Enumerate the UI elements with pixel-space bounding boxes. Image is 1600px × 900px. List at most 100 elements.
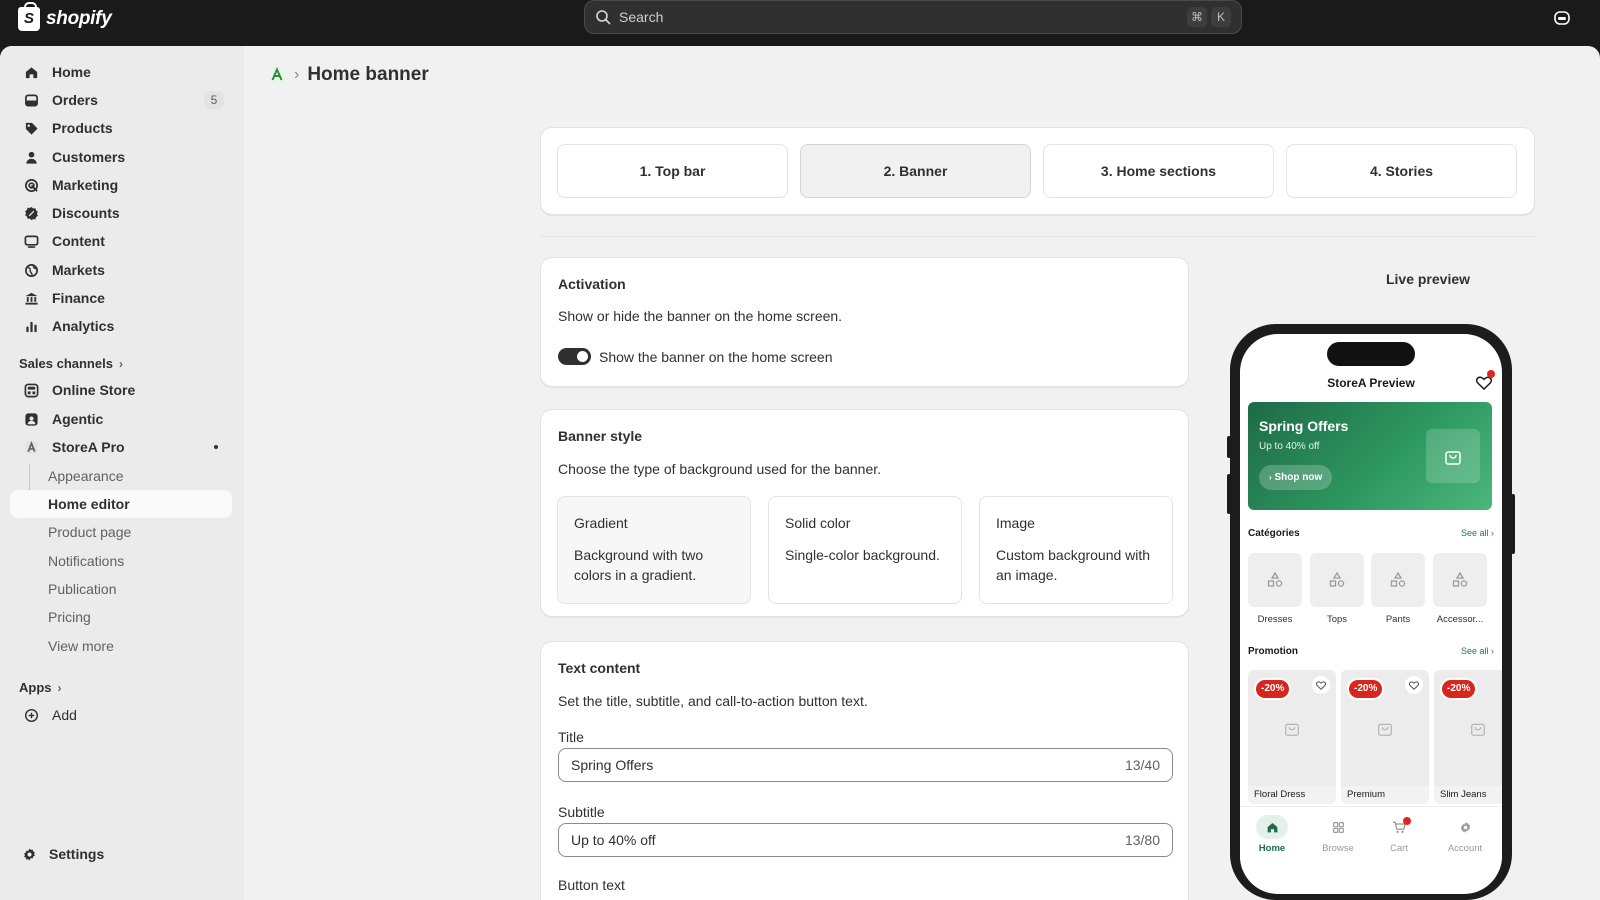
dynamic-island: [1327, 342, 1415, 366]
sidebar-item-home[interactable]: Home: [10, 58, 232, 86]
brand-name: shopify: [46, 8, 112, 29]
button-text-field-label: Button text: [558, 877, 625, 893]
banner-visibility-toggle[interactable]: [558, 348, 591, 365]
tag-icon: [22, 119, 40, 137]
sidebar-item-customers[interactable]: Customers: [10, 143, 232, 171]
preview-tab-bar: Home Browse Cart Account: [1240, 806, 1502, 870]
breadcrumb-separator-icon: ›: [294, 66, 300, 83]
sidebar-item-analytics[interactable]: Analytics: [10, 312, 232, 340]
tab-home-sections[interactable]: 3. Home sections: [1043, 144, 1274, 198]
preview-banner-button-label: Shop now: [1274, 472, 1323, 483]
sidebar-sub-label: Pricing: [48, 609, 91, 625]
sidebar-sub-label: Publication: [48, 581, 117, 597]
shopping-bag-icon: [1471, 723, 1485, 736]
sidebar-item-agentic[interactable]: Agentic: [10, 405, 232, 433]
grid-icon: [1322, 815, 1354, 839]
tab-banner[interactable]: 2. Banner: [800, 144, 1031, 198]
sidebar-sub-view-more[interactable]: View more: [10, 632, 232, 660]
tab-top-bar[interactable]: 1. Top bar: [557, 144, 788, 198]
promotion-see-all: See all ›: [1460, 646, 1494, 656]
home-icon: [22, 63, 40, 81]
bank-icon: [22, 289, 40, 307]
chevron-right-icon: ›: [118, 356, 123, 371]
sidebar-sub-label: Home editor: [48, 496, 130, 512]
sidebar-item-finance[interactable]: Finance: [10, 284, 232, 312]
add-app-button[interactable]: Add: [10, 701, 232, 729]
preview-tab-browse: Browse: [1310, 815, 1366, 854]
search-icon: [596, 10, 611, 25]
banner-style-title: Banner style: [558, 428, 643, 444]
sidebar-sub-publication[interactable]: Publication: [10, 575, 232, 603]
top-bar: shopify Search ⌘ K: [0, 0, 1600, 46]
sidebar-sub-notifications[interactable]: Notifications: [10, 547, 232, 575]
tab-label: Browse: [1322, 843, 1354, 854]
style-option-image[interactable]: Image Custom background with an image.: [979, 496, 1173, 604]
store-icon: [22, 381, 40, 399]
home-icon: [1256, 815, 1288, 839]
discount-icon: [22, 204, 40, 222]
app-a-icon: [22, 438, 40, 456]
cart-badge-dot: [1403, 817, 1411, 825]
shopify-logo[interactable]: shopify: [18, 2, 112, 33]
apps-label: Apps: [19, 680, 52, 695]
sidebar-sub-appearance[interactable]: Appearance: [10, 462, 232, 490]
sidebar-item-products[interactable]: Products: [10, 114, 232, 142]
activation-description: Show or hide the banner on the home scre…: [558, 308, 843, 324]
sidebar-item-settings[interactable]: Settings: [10, 840, 232, 868]
sidebar-item-label: Customers: [52, 149, 126, 165]
settings-label: Settings: [49, 846, 105, 862]
shopping-bag-icon: [1378, 723, 1392, 736]
sidebar-item-content[interactable]: Content: [10, 227, 232, 255]
category-label: Accessor...: [1436, 614, 1484, 625]
banner-style-description: Choose the type of background used for t…: [558, 461, 882, 477]
app-a-icon[interactable]: [268, 66, 286, 84]
sidebar-sub-label: Appearance: [48, 468, 124, 484]
toggle-label: Show the banner on the home screen: [599, 349, 833, 365]
category-tile: [1371, 553, 1425, 607]
category-label: Dresses: [1257, 614, 1293, 625]
breadcrumb: › Home banner: [268, 64, 429, 86]
tab-stories[interactable]: 4. Stories: [1286, 144, 1517, 198]
style-option-gradient[interactable]: Gradient Background with two colors in a…: [557, 496, 751, 604]
text-content-description: Set the title, subtitle, and call-to-act…: [558, 693, 868, 709]
sales-channels-label: Sales channels: [19, 356, 113, 371]
sidebar-item-marketing[interactable]: Marketing: [10, 171, 232, 199]
search-input[interactable]: Search ⌘ K: [584, 0, 1242, 34]
phone-side-button: [1511, 494, 1515, 554]
title-field-value: Spring Offers: [571, 757, 654, 773]
sidebar-item-label: Finance: [52, 290, 105, 306]
sidebar-sub-home-editor[interactable]: Home editor: [10, 490, 232, 518]
storea-pro-status-dot: [214, 445, 218, 449]
sidebar-item-online-store[interactable]: Online Store: [10, 376, 232, 404]
shortcut-cmd: ⌘: [1187, 7, 1207, 27]
sidebar-sub-label: View more: [48, 638, 114, 654]
orders-icon: [22, 91, 40, 109]
plus-circle-icon: [22, 706, 40, 724]
sidebar-item-storea-pro[interactable]: StoreA Pro: [10, 433, 232, 461]
apps-heading[interactable]: Apps ›: [19, 680, 62, 695]
subtitle-field-value: Up to 40% off: [571, 832, 656, 848]
admin-shell: Home Orders 5 Products Customers Marketi…: [0, 46, 1600, 900]
sales-channels-heading[interactable]: Sales channels ›: [19, 356, 123, 371]
wishlist-heart-icon: [1405, 676, 1423, 694]
preview-tab-cart: Cart: [1371, 815, 1427, 854]
account-store-icon[interactable]: [1553, 9, 1571, 27]
option-title: Image: [996, 515, 1035, 531]
shapes-icon: [1452, 571, 1468, 587]
gear-icon: [1449, 815, 1481, 839]
title-field[interactable]: Spring Offers 13/40: [558, 748, 1173, 782]
discount-badge: -20%: [1347, 678, 1385, 700]
style-option-solid-color[interactable]: Solid color Single-color background.: [768, 496, 962, 604]
subtitle-field[interactable]: Up to 40% off 13/80: [558, 823, 1173, 857]
product-card: -20% Premium: [1341, 670, 1429, 804]
sidebar-item-discounts[interactable]: Discounts: [10, 199, 232, 227]
sidebar-sub-pricing[interactable]: Pricing: [10, 603, 232, 631]
heart-icon: [1476, 376, 1492, 390]
section-divider: [540, 236, 1535, 237]
step-tabs-card: 1. Top bar 2. Banner 3. Home sections 4.…: [540, 127, 1535, 215]
main-content: › Home banner 1. Top bar 2. Banner 3. Ho…: [244, 46, 1600, 900]
sidebar-item-markets[interactable]: Markets: [10, 256, 232, 284]
phone-side-button: [1227, 436, 1231, 458]
sidebar-item-orders[interactable]: Orders 5: [10, 86, 232, 114]
sidebar-sub-product-page[interactable]: Product page: [10, 518, 232, 546]
